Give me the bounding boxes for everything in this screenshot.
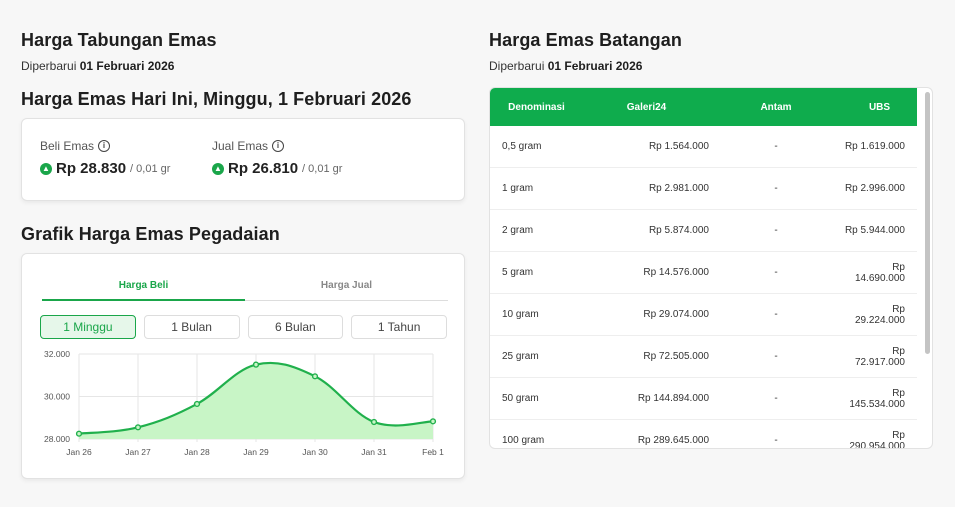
- denomination-cell: 0,5 gram: [490, 126, 583, 168]
- x-tick-label: Jan 31: [361, 447, 387, 457]
- table-body: 0,5 gram Rp 1.564.000- Rp 1.619.000 1 gram R…: [490, 126, 917, 448]
- x-tick-label: Jan 29: [243, 447, 269, 457]
- ubs-price-cell: Rp 1.619.000: [842, 126, 917, 168]
- header-ubs: UBS: [842, 88, 917, 126]
- x-tick-label: Jan 26: [66, 447, 92, 457]
- x-tick-label: Jan 27: [125, 447, 151, 457]
- galeri24-price-cell: Rp 144.894.000: [583, 377, 710, 420]
- table-row: 50 gram Rp 144.894.000- Rp 145.534.000: [490, 377, 917, 420]
- table-row: 2 gram Rp 5.874.000- Rp 5.944.000: [490, 209, 917, 252]
- denomination-cell: 2 gram: [490, 209, 583, 252]
- updated-date: 01 Februari 2026: [79, 59, 175, 73]
- ubs-price-cell: Rp 14.690.000: [842, 251, 917, 294]
- data-point: [75, 430, 83, 437]
- arrow-up-icon: ▲: [212, 162, 224, 175]
- antam-price-cell: -: [710, 167, 842, 210]
- denomination-cell: 25 gram: [490, 335, 583, 378]
- y-tick-label: 28.000: [44, 434, 70, 444]
- savings-title: Harga Tabungan Emas: [21, 30, 217, 50]
- price-table-card: Denominasi Galeri24 Antam UBS 0,5 gram Rp…: [489, 87, 933, 449]
- galeri24-price-cell: Rp 5.874.000: [583, 209, 710, 252]
- tab-harga-beli[interactable]: Harga Beli: [42, 274, 245, 301]
- ubs-price-cell: Rp 2.996.000: [842, 167, 917, 210]
- today-title: Harga Emas Hari Ini, Minggu, 1 Februari …: [21, 89, 412, 109]
- info-icon[interactable]: i: [272, 140, 285, 152]
- denomination-cell: 10 gram: [490, 293, 583, 336]
- header-galeri24: Galeri24: [583, 88, 710, 126]
- galeri24-price-cell: Rp 14.576.000: [583, 251, 710, 294]
- ubs-price-cell: Rp 145.534.000: [842, 377, 917, 420]
- table-row: 100 gram Rp 289.645.000- Rp 290.954.000: [490, 419, 917, 448]
- range-1-tahun-button[interactable]: 1 Tahun: [351, 315, 447, 339]
- x-tick-label: Jan 30: [302, 447, 328, 457]
- denomination-cell: 50 gram: [490, 377, 583, 420]
- antam-price-cell: -: [710, 251, 842, 294]
- sell-price: Rp 26.810: [228, 160, 299, 177]
- ubs-price-cell: Rp 5.944.000: [842, 209, 917, 252]
- table-row: 0,5 gram Rp 1.564.000- Rp 1.619.000: [490, 126, 917, 168]
- bars-title: Harga Emas Batangan: [489, 30, 682, 50]
- table-scrollbar[interactable]: [925, 92, 930, 354]
- ubs-price-cell: Rp 290.954.000: [842, 419, 917, 448]
- data-point: [193, 400, 201, 408]
- galeri24-price-cell: Rp 29.074.000: [583, 293, 710, 336]
- table-row: 1 gram Rp 2.981.000- Rp 2.996.000: [490, 167, 917, 210]
- range-1-bulan-button[interactable]: 1 Bulan: [143, 315, 240, 339]
- antam-price-cell: -: [710, 209, 842, 252]
- table-row: 5 gram Rp 14.576.000- Rp 14.690.000: [490, 251, 917, 294]
- x-tick-label: Jan 28: [184, 447, 210, 457]
- sell-unit: / 0,01 gr: [302, 162, 343, 175]
- sell-block: Jual Emas i ▲ Rp 26.810 / 0,01 gr: [212, 139, 342, 177]
- galeri24-price-cell: Rp 72.505.000: [583, 335, 710, 378]
- table-row: 25 gram Rp 72.505.000- Rp 72.917.000: [490, 335, 917, 378]
- savings-updated: Diperbarui 01 Februari 2026: [21, 59, 174, 73]
- buy-price: Rp 28.830: [56, 160, 127, 177]
- table-row: 10 gram Rp 29.074.000- Rp 29.224.000: [490, 293, 917, 336]
- header-antam: Antam: [710, 88, 842, 126]
- antam-price-cell: -: [710, 419, 842, 448]
- galeri24-price-cell: Rp 289.645.000: [583, 419, 710, 448]
- antam-price-cell: -: [710, 293, 842, 336]
- range-1-minggu-button[interactable]: 1 Minggu: [40, 315, 136, 339]
- denomination-cell: 5 gram: [490, 251, 583, 294]
- denomination-cell: 1 gram: [490, 167, 583, 210]
- updated-prefix: Diperbarui: [21, 59, 77, 73]
- x-tick-label: Feb 1: [422, 447, 444, 457]
- updated-prefix: Diperbarui: [489, 59, 545, 73]
- buy-unit: / 0,01 gr: [130, 162, 171, 175]
- galeri24-price-cell: Rp 2.981.000: [583, 167, 710, 210]
- chart-card: Harga Beli Harga Jual 1 Minggu 1 Bulan 6…: [21, 253, 465, 479]
- bars-updated: Diperbarui 01 Februari 2026: [489, 59, 642, 73]
- data-point: [311, 373, 319, 380]
- antam-price-cell: -: [710, 335, 842, 378]
- data-point: [252, 361, 260, 368]
- y-tick-label: 32.000: [44, 349, 70, 359]
- range-buttons: 1 Minggu 1 Bulan 6 Bulan 1 Tahun: [40, 315, 447, 339]
- antam-price-cell: -: [710, 377, 842, 420]
- antam-price-cell: -: [710, 126, 842, 168]
- ubs-price-cell: Rp 29.224.000: [842, 293, 917, 336]
- sell-label: Jual Emas: [212, 139, 269, 153]
- data-point: [429, 418, 437, 425]
- buy-block: Beli Emas i ▲ Rp 28.830 / 0,01 gr: [40, 139, 170, 177]
- data-point: [370, 418, 378, 426]
- range-6-bulan-button[interactable]: 6 Bulan: [247, 315, 344, 339]
- arrow-up-icon: ▲: [40, 162, 52, 175]
- price-chart: 28.000 30.000 32.000 Jan 26 Jan 27 Jan 28 Jan …: [44, 349, 444, 457]
- denomination-cell: 100 gram: [490, 419, 583, 448]
- data-point: [134, 424, 142, 431]
- table-header-row: Denominasi Galeri24 Antam UBS: [490, 88, 917, 126]
- chart-title: Grafik Harga Emas Pegadaian: [21, 224, 280, 244]
- info-icon[interactable]: i: [98, 140, 111, 152]
- updated-date: 01 Februari 2026: [547, 59, 643, 73]
- header-denominasi: Denominasi: [490, 88, 583, 126]
- tab-harga-jual[interactable]: Harga Jual: [245, 274, 448, 301]
- ubs-price-cell: Rp 72.917.000: [842, 335, 917, 378]
- price-card: Beli Emas i ▲ Rp 28.830 / 0,01 gr Jual E…: [21, 118, 465, 201]
- galeri24-price-cell: Rp 1.564.000: [583, 126, 710, 168]
- price-table: Denominasi Galeri24 Antam UBS 0,5 gram Rp…: [490, 88, 917, 448]
- y-tick-label: 30.000: [44, 392, 70, 402]
- buy-label: Beli Emas: [40, 139, 95, 153]
- price-tabs: Harga Beli Harga Jual: [42, 274, 448, 301]
